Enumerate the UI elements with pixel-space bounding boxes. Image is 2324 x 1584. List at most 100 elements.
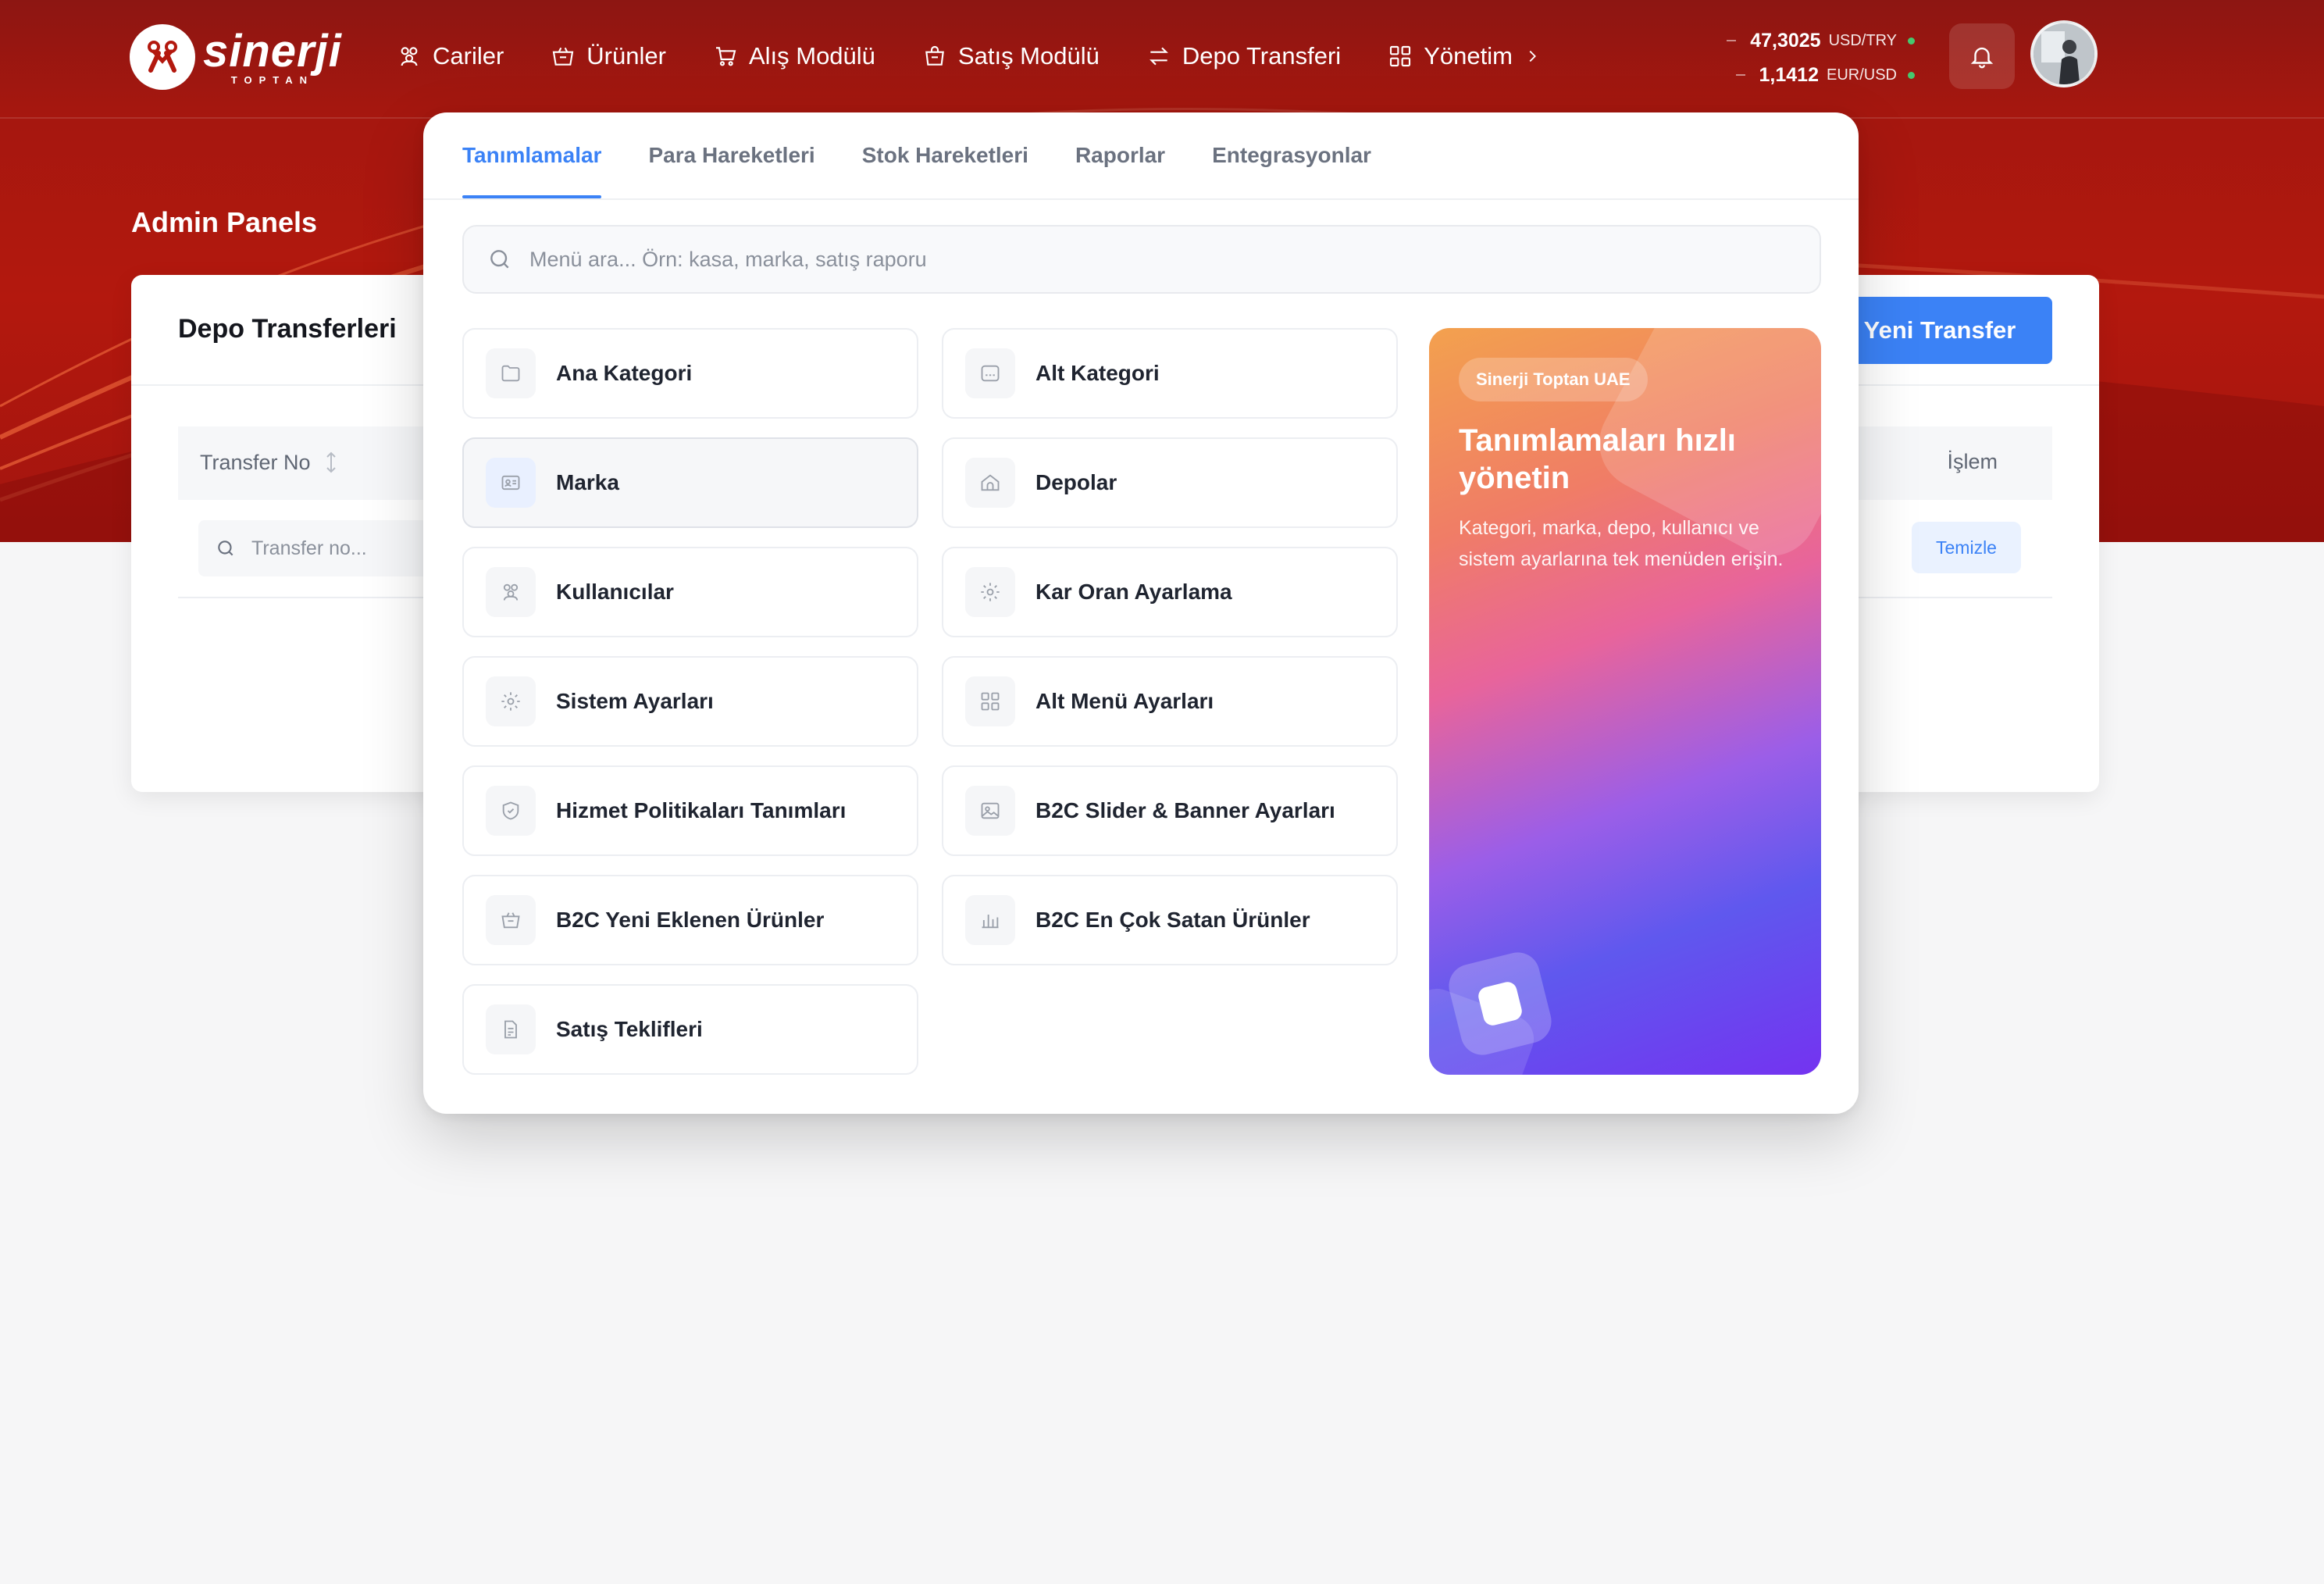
menu-item-label: Marka	[556, 470, 619, 494]
menu-item-label: Sistem Ayarları	[556, 689, 714, 713]
gear-icon	[981, 583, 1000, 601]
promo-badge: Sinerji Toptan UAE	[1459, 358, 1648, 401]
promo-card: Sinerji Toptan UAE Tanımlamaları hızlı y…	[1429, 328, 1821, 1075]
menu-item-kar-oran-ayarlama[interactable]: Kar Oran Ayarlama	[942, 547, 1398, 637]
logo-subtext: TOPTAN	[230, 73, 315, 86]
rate-trend-dash	[1735, 74, 1745, 76]
warehouse-icon	[981, 474, 1000, 491]
logo-mark-icon	[130, 24, 195, 90]
promo-text: Kategori, marka, depo, kullanıcı ve sist…	[1459, 517, 1784, 570]
nav-item-urunler[interactable]: Ürünler	[551, 42, 666, 70]
rate-value: 47,3025	[1750, 29, 1821, 52]
menu-items-grid: Ana Kategori Alt Kategori Marka Depolar …	[462, 328, 1398, 1075]
shopping-bag-icon	[925, 45, 944, 66]
menu-item-sistem-ayarlari[interactable]: Sistem Ayarları	[462, 656, 918, 747]
avatar-photo-icon	[2034, 23, 2094, 84]
users-icon	[503, 583, 519, 601]
cart-icon	[715, 47, 736, 66]
tab-para-hareketleri[interactable]: Para Hareketleri	[648, 112, 814, 198]
menu-item-label: Satış Teklifleri	[556, 1017, 703, 1041]
nav-item-cariler[interactable]: Cariler	[397, 42, 504, 70]
transfer-arrows-icon	[1149, 47, 1168, 66]
menu-tabs: Tanımlamalar Para Hareketleri Stok Harek…	[462, 112, 1418, 198]
menu-item-ana-kategori[interactable]: Ana Kategori	[462, 328, 918, 419]
column-label: Transfer No	[200, 450, 311, 474]
tab-tanimlamalar[interactable]: Tanımlamalar	[462, 112, 602, 198]
menu-item-kullanicilar[interactable]: Kullanıcılar	[462, 547, 918, 637]
menu-item-label: B2C En Çok Satan Ürünler	[1035, 908, 1310, 932]
menu-item-label: B2C Yeni Eklenen Ürünler	[556, 908, 825, 932]
nav-item-satis-modulu[interactable]: Satış Modülü	[922, 42, 1100, 70]
grid-icon	[1390, 45, 1411, 67]
users-icon	[401, 47, 418, 66]
exchange-rates: 47,3025 USD/TRY 1,1412 EUR/USD	[1727, 23, 1915, 92]
user-avatar[interactable]	[2030, 20, 2098, 87]
divider	[423, 198, 1859, 200]
nav-item-alis-modulu[interactable]: Alış Modülü	[713, 42, 875, 70]
subcategory-icon	[981, 365, 1000, 382]
main-nav: Cariler Ürünler Alış Modülü Satış Modülü…	[397, 36, 1588, 77]
grid-icon	[981, 692, 1000, 711]
image-icon	[981, 802, 1000, 819]
nav-label: Ürünler	[586, 42, 666, 70]
menu-item-label: Depolar	[1035, 470, 1117, 494]
menu-item-label: Kullanıcılar	[556, 580, 674, 604]
menu-item-depolar[interactable]: Depolar	[942, 437, 1398, 528]
menu-item-b2c-en-cok-satan[interactable]: B2C En Çok Satan Ürünler	[942, 875, 1398, 965]
search-icon	[218, 540, 233, 556]
menu-item-label: Alt Kategori	[1035, 361, 1160, 385]
rate-pair: EUR/USD	[1826, 66, 1897, 84]
nav-item-depo-transferi[interactable]: Depo Transferi	[1146, 42, 1341, 70]
rate-usd-try: 47,3025 USD/TRY	[1727, 23, 1915, 58]
menu-search-input[interactable]	[529, 247, 1779, 272]
chevron-right-icon	[1529, 50, 1536, 62]
nav-label: Alış Modülü	[748, 42, 875, 70]
nav-label: Yönetim	[1424, 42, 1513, 70]
nav-label: Depo Transferi	[1182, 42, 1342, 70]
page-title: Admin Panels	[131, 206, 318, 238]
menu-item-hizmet-politikalari[interactable]: Hizmet Politikaları Tanımları	[462, 765, 918, 856]
gear-icon	[501, 692, 520, 711]
promo-title: Tanımlamaları hızlı yönetin	[1459, 423, 1736, 495]
menu-item-label: Kar Oran Ayarlama	[1035, 580, 1232, 604]
filter-placeholder: Transfer no...	[251, 537, 367, 559]
shield-icon	[502, 801, 519, 820]
new-transfer-button[interactable]: Yeni Transfer	[1827, 297, 2052, 364]
rate-status-dot	[1908, 71, 1915, 79]
menu-item-b2c-yeni-eklenen[interactable]: B2C Yeni Eklenen Ürünler	[462, 875, 918, 965]
column-header-transfer-no[interactable]: Transfer No	[200, 450, 339, 475]
menu-item-label: Hizmet Politikaları Tanımları	[556, 798, 847, 822]
rate-status-dot	[1908, 37, 1915, 45]
sort-icon	[326, 451, 336, 473]
tab-stok-hareketleri[interactable]: Stok Hareketleri	[862, 112, 1028, 198]
column-header-action: İşlem	[1947, 450, 1998, 473]
nav-label: Cariler	[433, 42, 504, 70]
nav-item-yonetim[interactable]: Yönetim	[1388, 42, 1541, 70]
rate-eur-usd: 1,1412 EUR/USD	[1727, 58, 1915, 92]
menu-item-marka[interactable]: Marka	[462, 437, 918, 528]
menu-item-satis-teklifleri[interactable]: Satış Teklifleri	[462, 984, 918, 1075]
logo-wordmark: sinerji	[203, 25, 342, 77]
clear-filters-button[interactable]: Temizle	[1912, 522, 2021, 573]
bar-chart-icon	[982, 915, 999, 929]
document-icon	[504, 1020, 517, 1039]
card-title: Depo Transferleri	[178, 314, 397, 344]
brand-logo[interactable]: sinerji TOPTAN	[130, 23, 342, 91]
transfer-no-filter[interactable]: Transfer no...	[198, 520, 448, 576]
rate-pair: USD/TRY	[1828, 31, 1897, 49]
menu-item-label: Alt Menü Ayarları	[1035, 689, 1214, 713]
menu-item-b2c-slider-banner[interactable]: B2C Slider & Banner Ayarları	[942, 765, 1398, 856]
tab-entegrasyonlar[interactable]: Entegrasyonlar	[1212, 112, 1371, 198]
menu-item-alt-kategori[interactable]: Alt Kategori	[942, 328, 1398, 419]
top-navigation-bar: sinerji TOPTAN Cariler Ürünler Alış Modü…	[0, 0, 2324, 119]
menu-search[interactable]	[462, 225, 1821, 294]
basket-icon	[501, 912, 520, 929]
notifications-button[interactable]	[1949, 23, 2015, 89]
tab-raporlar[interactable]: Raporlar	[1075, 112, 1165, 198]
id-card-icon	[501, 475, 520, 491]
management-mega-menu: Tanımlamalar Para Hareketleri Stok Harek…	[423, 112, 1859, 1114]
search-icon	[490, 250, 509, 269]
menu-item-alt-menu-ayarlari[interactable]: Alt Menü Ayarları	[942, 656, 1398, 747]
basket-icon	[553, 47, 574, 66]
menu-item-label: B2C Slider & Banner Ayarları	[1035, 798, 1335, 822]
